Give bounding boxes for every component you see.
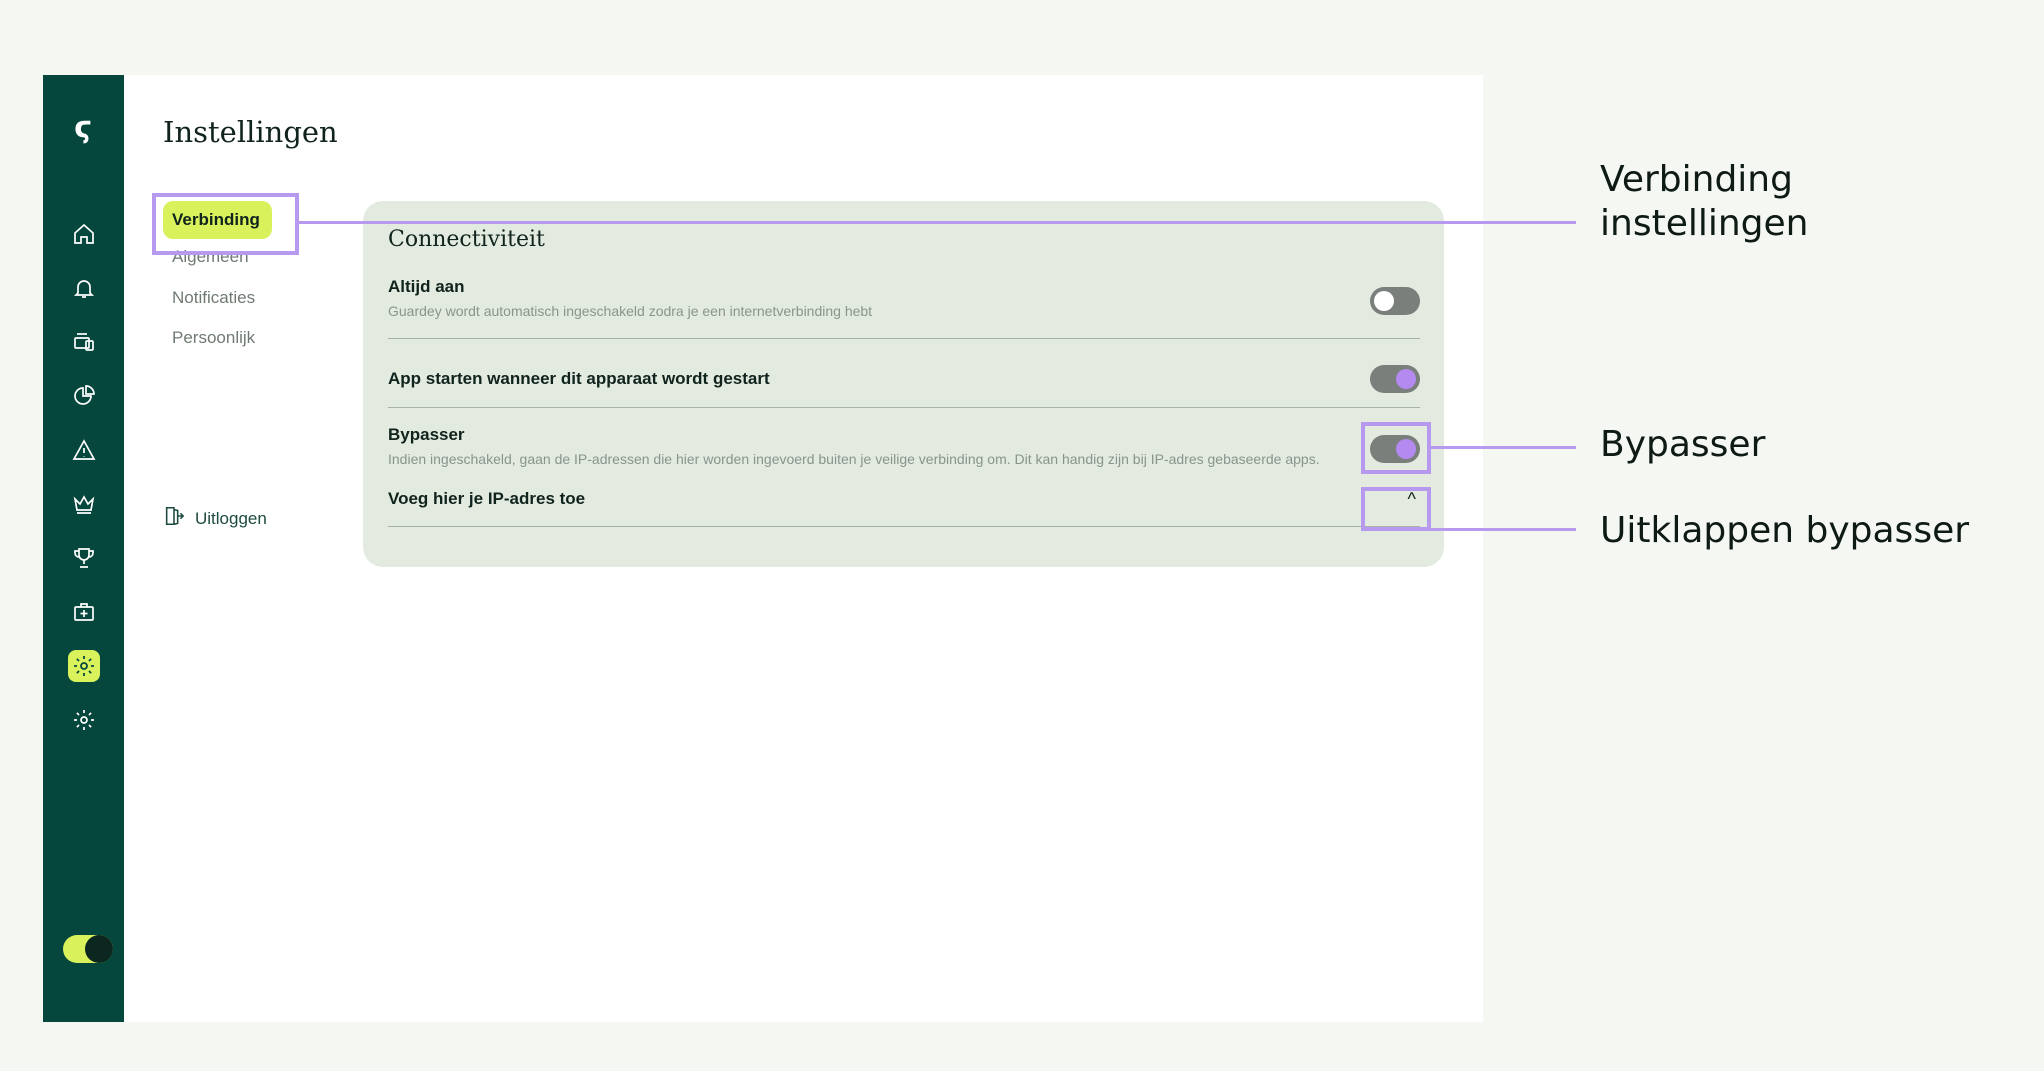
logout-button[interactable]: Uitloggen	[163, 505, 267, 532]
callout-line-bypasser	[1431, 446, 1576, 449]
crown-icon[interactable]	[65, 485, 103, 523]
settings-alt-icon[interactable]	[65, 701, 103, 739]
home-icon[interactable]	[65, 215, 103, 253]
autostart-toggle[interactable]	[1370, 365, 1420, 393]
ip-add-row[interactable]: Voeg hier je IP-adres toe ^	[388, 489, 1420, 529]
trophy-icon[interactable]	[65, 539, 103, 577]
divider	[388, 338, 1420, 339]
autostart-row: App starten wanneer dit apparaat wordt g…	[388, 365, 1420, 408]
callout-box-verbinding	[152, 193, 299, 255]
logout-label: Uitloggen	[195, 508, 267, 528]
callout-verbinding-instellingen: Verbinding instellingen	[1600, 158, 1808, 246]
first-aid-icon[interactable]	[65, 593, 103, 631]
icon-rail: ϛ	[43, 75, 124, 1022]
bypasser-row: Bypasser Indien ingeschakeld, gaan de IP…	[388, 425, 1420, 481]
always-on-toggle[interactable]	[1370, 287, 1420, 315]
callout-uitklappen-bypasser: Uitklappen bypasser	[1600, 510, 1970, 551]
guardey-logo-icon[interactable]: ϛ	[66, 111, 100, 145]
subnav-item-persoonlijk[interactable]: Persoonlijk	[163, 319, 267, 357]
callout-label: Verbinding instellingen	[1600, 159, 1809, 244]
subnav-item-notificaties[interactable]: Notificaties	[163, 279, 267, 317]
autostart-label: App starten wanneer dit apparaat wordt g…	[388, 369, 770, 388]
callout-bypasser: Bypasser	[1600, 424, 1766, 465]
always-on-row: Altijd aan Guardey wordt automatisch ing…	[388, 277, 1420, 339]
warning-icon[interactable]	[65, 431, 103, 469]
bell-icon[interactable]	[65, 269, 103, 307]
callout-line-uitklappen	[1431, 528, 1576, 531]
always-on-label: Altijd aan	[388, 277, 465, 296]
logout-icon	[163, 505, 185, 532]
section-title: Connectiviteit	[388, 227, 545, 252]
always-on-desc: Guardey wordt automatisch ingeschakeld z…	[388, 303, 873, 319]
page-title: Instellingen	[163, 115, 338, 149]
callout-line-verbinding	[299, 221, 1576, 224]
bypasser-label: Bypasser	[388, 425, 465, 444]
connectivity-panel: Connectiviteit Altijd aan Guardey wordt …	[363, 201, 1444, 567]
bypasser-desc: Indien ingeschakeld, gaan de IP-adressen…	[388, 451, 1320, 467]
divider	[388, 407, 1420, 408]
theme-toggle[interactable]	[63, 935, 113, 963]
callout-box-uitklappen	[1361, 487, 1431, 531]
devices-icon[interactable]	[65, 323, 103, 361]
ip-add-label: Voeg hier je IP-adres toe	[388, 489, 586, 508]
theme-toggle-knob	[85, 935, 113, 963]
pie-chart-icon[interactable]	[65, 377, 103, 415]
callout-box-bypasser	[1361, 422, 1431, 474]
settings-icon[interactable]	[68, 650, 100, 682]
divider	[388, 526, 1420, 527]
